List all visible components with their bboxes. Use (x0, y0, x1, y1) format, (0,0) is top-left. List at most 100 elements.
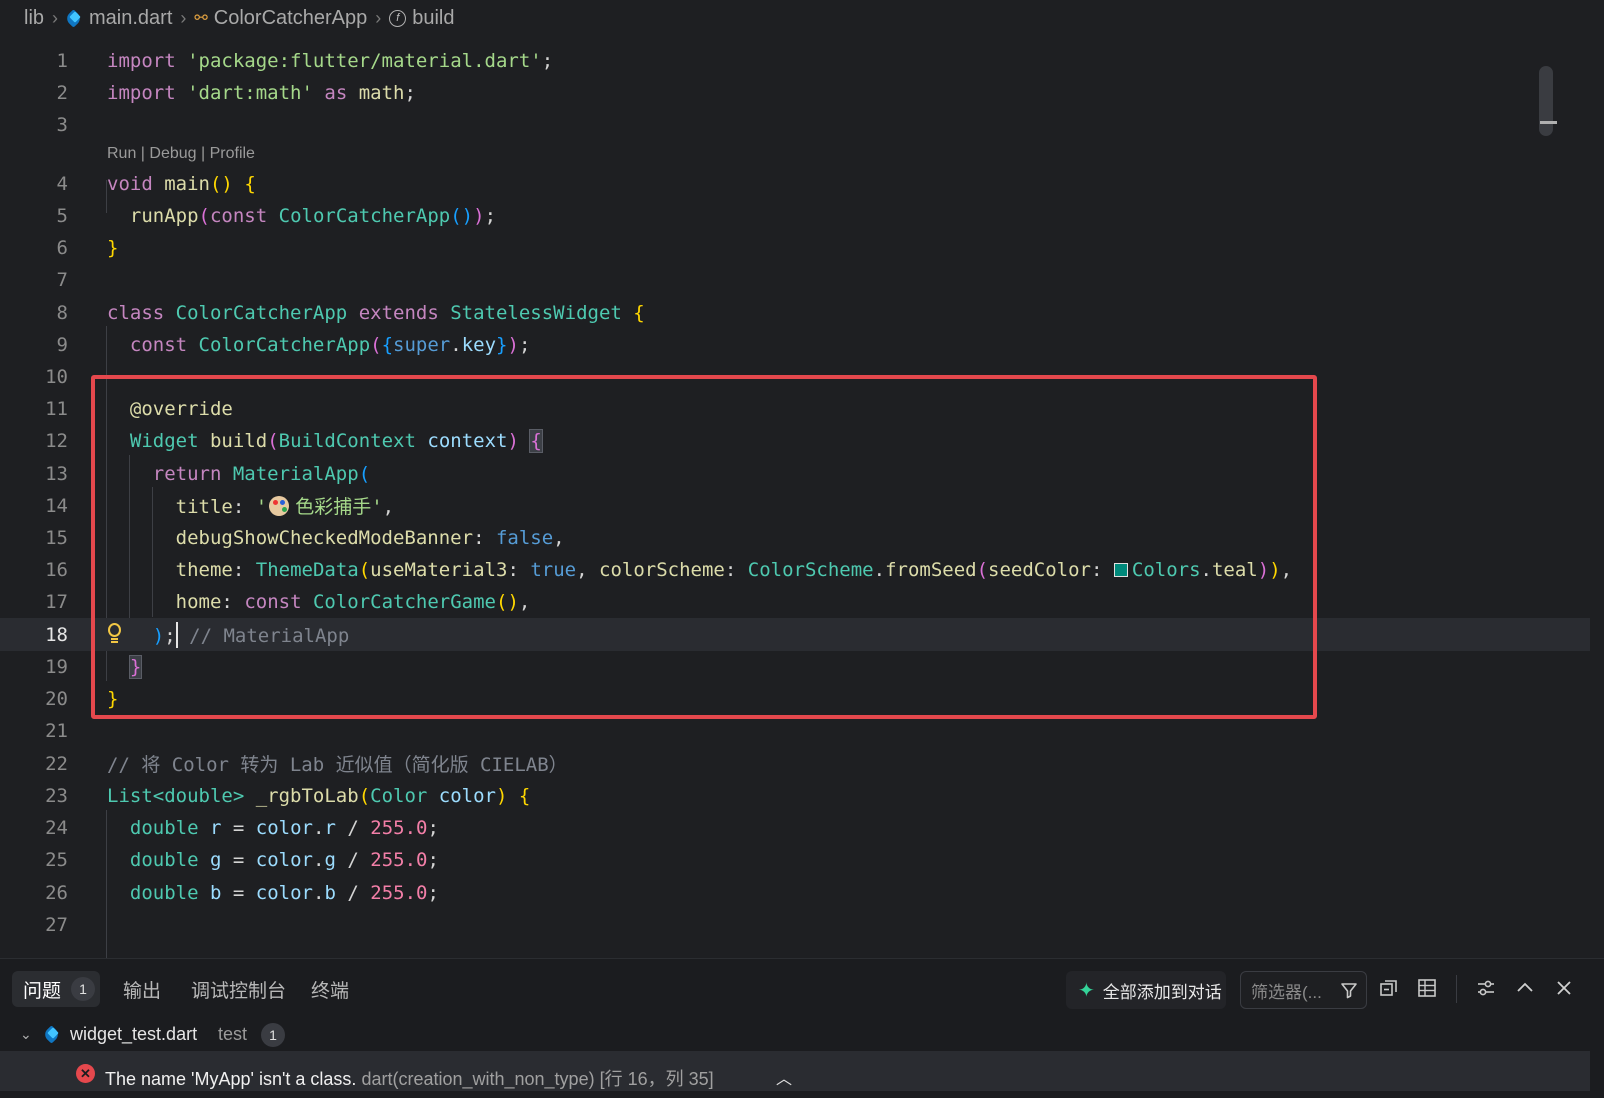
breadcrumb-class[interactable]: ⚯ ColorCatcherApp (194, 7, 367, 30)
breadcrumb-class-label: ColorCatcherApp (213, 6, 368, 29)
filter-placeholder: 筛选器(... (1251, 982, 1322, 1002)
code-text: void main() { (107, 172, 256, 195)
line-number: 14 (45, 494, 68, 517)
code-line[interactable]: 8 class ColorCatcherApp extends Stateles… (0, 296, 1590, 329)
maximize-panel-icon[interactable] (1514, 977, 1536, 999)
problem-file-group[interactable]: ⌄ widget_test.dart test 1 (0, 1017, 1604, 1051)
line-number: 1 (56, 49, 68, 72)
filter-icon[interactable] (1340, 981, 1358, 999)
line-number: 7 (56, 268, 68, 291)
close-panel-icon[interactable] (1553, 977, 1575, 999)
tab-terminal-label: 终端 (311, 980, 350, 1002)
line-number: 27 (45, 913, 68, 936)
line-number: 12 (45, 429, 68, 452)
breadcrumb-folder-label: lib (24, 6, 45, 29)
sparkle-icon: ✦ (1078, 979, 1095, 1002)
problems-panel: 问题 1 输出 调试控制台 终端 ✦ 全部添加到对话 筛选器(... ⌄ wid… (0, 958, 1604, 1098)
tab-output[interactable]: 输出 (123, 973, 161, 1005)
tab-problems-label: 问题 (23, 980, 62, 1002)
line-number: 6 (56, 236, 68, 259)
code-line[interactable]: 23 List<double> _rgbToLab(Color color) { (0, 779, 1590, 812)
code-text: class ColorCatcherApp extends StatelessW… (107, 301, 645, 324)
chevron-up-icon[interactable]: ︿ (776, 1065, 792, 1089)
function-icon: f (389, 9, 407, 27)
filter-input[interactable]: 筛选器(... (1240, 971, 1367, 1009)
code-line[interactable]: 3 (0, 108, 1590, 141)
code-line[interactable]: 6 } (0, 231, 1590, 264)
breadcrumb-file-label: main.dart (89, 6, 173, 29)
problem-text: The name 'MyApp' isn't a class. dart(cre… (105, 1065, 714, 1091)
table-view-icon[interactable] (1416, 977, 1438, 999)
line-number: 3 (56, 113, 68, 136)
tab-output-label: 输出 (123, 980, 162, 1002)
code-line[interactable]: 4 void main() { (0, 167, 1590, 200)
line-number: 10 (45, 365, 68, 388)
class-icon: ⚯ (194, 10, 208, 27)
dart-file-icon (44, 1026, 61, 1043)
code-text: // 将 Color 转为 Lab 近似值（简化版 CIELAB） (107, 754, 568, 776)
breadcrumb-method[interactable]: f build (389, 7, 454, 30)
add-all-to-chat-label: 全部添加到对话 (1102, 982, 1222, 1002)
breadcrumb-method-label: build (412, 6, 455, 29)
chevron-right-icon: › (52, 7, 59, 28)
code-text: runApp(const ColorCatcherApp()); (129, 204, 497, 227)
tab-problems[interactable]: 问题 1 (23, 973, 96, 1005)
code-text: double g = color.g / 255.0; (129, 848, 439, 871)
breadcrumb-file[interactable]: main.dart (66, 7, 172, 30)
code-line[interactable]: 26 double b = color.b / 255.0; (0, 876, 1590, 909)
line-number: 8 (56, 301, 68, 324)
code-line[interactable]: 9 const ColorCatcherApp({super.key}); (0, 328, 1590, 361)
problems-count-badge: 1 (71, 977, 96, 1001)
editor-scrollbar[interactable] (1539, 66, 1553, 136)
code-text: double r = color.r / 255.0; (129, 816, 439, 839)
chevron-down-icon[interactable]: ⌄ (20, 1026, 32, 1043)
scrollbar-cursor-marker (1540, 121, 1557, 124)
breadcrumb: lib › main.dart › ⚯ ColorCatcherApp › f … (0, 0, 1604, 36)
code-text: } (107, 236, 119, 259)
code-line[interactable]: 25 double g = color.g / 255.0; (0, 843, 1590, 876)
tab-terminal[interactable]: 终端 (311, 973, 349, 1005)
line-number: 22 (45, 752, 68, 775)
dart-file-icon (66, 10, 83, 27)
codelens-run-debug-profile[interactable]: Run | Debug | Profile (107, 141, 255, 167)
line-number: 4 (56, 172, 68, 195)
code-line[interactable]: 24 double r = color.r / 255.0; (0, 811, 1590, 844)
code-line[interactable]: 27 (0, 908, 1590, 941)
line-number: 19 (45, 655, 68, 678)
line-number: 17 (45, 590, 68, 613)
code-line[interactable]: 1 import 'package:flutter/material.dart'… (0, 44, 1590, 77)
line-number: 24 (45, 816, 68, 839)
code-text: import 'dart:math' as math; (107, 81, 416, 104)
problem-file-name: widget_test.dart (70, 1023, 198, 1044)
line-number: 21 (45, 719, 68, 742)
line-number: 26 (45, 881, 68, 904)
line-number: 9 (56, 333, 68, 356)
breadcrumb-folder[interactable]: lib (24, 7, 44, 30)
line-number: 5 (56, 204, 68, 227)
problem-item[interactable]: ✕ The name 'MyApp' isn't a class. dart(c… (0, 1051, 1590, 1091)
line-number-active: 18 (45, 623, 68, 646)
problem-file-count-badge: 1 (261, 1023, 285, 1047)
collapse-all-icon[interactable] (1378, 977, 1400, 999)
code-line[interactable]: 5 runApp(const ColorCatcherApp()); (0, 199, 1590, 232)
chevron-right-icon: › (180, 7, 187, 28)
settings-sliders-icon[interactable] (1475, 977, 1497, 999)
problem-file-dir: test (218, 1023, 248, 1044)
toolbar-divider (1456, 975, 1457, 1003)
code-line[interactable]: 2 import 'dart:math' as math; (0, 76, 1590, 109)
code-text: List<double> _rgbToLab(Color color) { (107, 784, 531, 807)
highlight-annotation-box (91, 375, 1317, 719)
code-line[interactable]: 22 // 将 Color 转为 Lab 近似值（简化版 CIELAB） (0, 747, 1590, 780)
line-number: 23 (45, 784, 68, 807)
tab-debug-console-label: 调试控制台 (191, 980, 287, 1002)
code-text: import 'package:flutter/material.dart'; (107, 49, 554, 72)
panel-tab-bar: 问题 1 输出 调试控制台 终端 ✦ 全部添加到对话 筛选器(... (0, 959, 1604, 1017)
tab-debug-console[interactable]: 调试控制台 (191, 973, 286, 1005)
problem-location: [行 16，列 35] (599, 1069, 714, 1089)
line-number: 13 (45, 462, 68, 485)
chevron-right-icon: › (375, 7, 382, 28)
code-line[interactable]: 7 (0, 263, 1590, 296)
add-all-to-chat-button[interactable]: ✦ 全部添加到对话 (1066, 971, 1226, 1009)
line-number: 16 (45, 558, 68, 581)
code-text: const ColorCatcherApp({super.key}); (129, 333, 531, 356)
